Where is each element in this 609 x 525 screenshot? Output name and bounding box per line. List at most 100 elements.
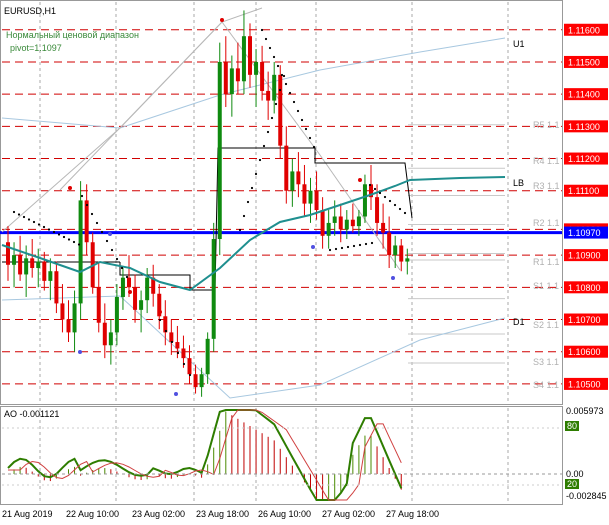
- sar-dot: [364, 242, 368, 246]
- fractal-marker: [108, 232, 112, 236]
- level-label-s2: S2 1.1: [533, 320, 559, 330]
- candle-body: [127, 277, 131, 288]
- sar-dot: [270, 116, 274, 120]
- sar-dot: [17, 213, 21, 216]
- level-label-r2: R2 1.1: [533, 218, 560, 228]
- price-label: 1.10800: [568, 283, 601, 293]
- price-label: 1.11200: [568, 154, 600, 164]
- sar-dot: [292, 100, 296, 104]
- candle-body: [18, 255, 23, 275]
- fractal-marker: [358, 178, 362, 182]
- trading-chart[interactable]: EURUSD,H1 Нормальный ценовой диапазон pi…: [0, 0, 609, 525]
- sar-dot: [272, 55, 276, 59]
- sar-dot: [346, 245, 350, 249]
- candle-body: [326, 222, 331, 236]
- sar-dot: [334, 247, 338, 251]
- sar-dot: [262, 144, 266, 148]
- price-label: 1.11500: [568, 57, 600, 67]
- candle-body: [133, 287, 138, 310]
- candle-body: [54, 271, 59, 304]
- candle-body: [199, 374, 204, 388]
- candle-body: [375, 197, 380, 223]
- sar-dot: [383, 195, 387, 199]
- sar-dot: [274, 102, 278, 106]
- band-label-lb: LB: [513, 178, 524, 188]
- level-label-r5: R5 1.1: [533, 120, 560, 130]
- sar-dot: [393, 203, 397, 207]
- ao-axis-80: 80: [567, 421, 577, 431]
- time-label: 22 Aug 10:00: [66, 509, 119, 519]
- pivot-value: pivot=1.1097: [10, 43, 62, 53]
- sar-dot: [268, 46, 272, 50]
- candle-body: [272, 74, 277, 101]
- candle-body: [181, 348, 186, 359]
- price-label: 1.10970: [568, 228, 601, 238]
- price-label: 1.10600: [568, 347, 601, 357]
- candle-body: [381, 222, 386, 233]
- candle-body: [66, 319, 71, 333]
- sar-dot: [12, 210, 16, 214]
- sar-dot: [250, 186, 254, 190]
- range-subtitle: Нормальный ценовой диапазон: [6, 30, 139, 40]
- candle-body: [193, 374, 198, 388]
- candle-body: [320, 210, 325, 236]
- candle-body: [235, 68, 240, 82]
- candle-body: [344, 219, 349, 230]
- sar-dot: [373, 187, 377, 191]
- fractal-marker: [220, 18, 224, 22]
- candle-body: [266, 90, 271, 101]
- sar-dot: [85, 203, 89, 207]
- candle-body: [211, 239, 216, 339]
- candle-body: [120, 277, 125, 297]
- level-label-s1: S1 1.1: [533, 281, 559, 291]
- sar-dot: [27, 218, 31, 221]
- sar-dot: [300, 118, 304, 122]
- sar-dot: [95, 221, 99, 225]
- candle-body: [338, 216, 343, 230]
- candle-body: [393, 245, 398, 256]
- price-label: 1.10500: [568, 379, 601, 389]
- level-label-r1: R1 1.1: [533, 257, 560, 267]
- candle-body: [302, 184, 307, 204]
- fractal-marker: [68, 186, 72, 190]
- sar-dot: [278, 88, 282, 92]
- candle-body: [350, 219, 355, 227]
- sar-dot: [296, 109, 300, 113]
- sar-dot: [304, 127, 308, 131]
- candle-body: [308, 190, 313, 204]
- sar-dot: [125, 275, 129, 279]
- candle-body: [42, 261, 47, 281]
- sar-dot: [62, 235, 66, 239]
- candle-body: [48, 271, 53, 281]
- sar-dot: [246, 200, 250, 204]
- candle-body: [187, 358, 192, 375]
- candle-body: [217, 61, 222, 240]
- price-label: 1.11300: [568, 122, 600, 132]
- candle-body: [290, 171, 295, 191]
- candle-body: [405, 258, 410, 262]
- candle-body: [145, 277, 150, 301]
- candle-body: [102, 322, 107, 346]
- sar-dot: [158, 318, 162, 322]
- sar-dot: [280, 73, 284, 77]
- band-label-u1: U1: [513, 39, 525, 49]
- sar-dot: [254, 172, 258, 176]
- time-label: 21 Aug 2019: [2, 509, 53, 519]
- candle-body: [114, 296, 119, 333]
- sar-dot: [77, 243, 81, 246]
- sar-dot: [57, 233, 61, 236]
- candle-body: [284, 145, 289, 191]
- fractal-marker: [311, 245, 315, 249]
- candle-body: [296, 171, 301, 185]
- price-label: 1.11600: [568, 25, 600, 35]
- candle-body: [356, 216, 361, 227]
- candle-body: [108, 332, 113, 346]
- sar-dot: [238, 228, 242, 232]
- candle-body: [278, 74, 283, 146]
- candle-body: [84, 200, 89, 243]
- sar-dot: [22, 215, 26, 219]
- sar-dot: [242, 214, 246, 218]
- sar-dot: [403, 211, 407, 215]
- sar-dot: [260, 28, 264, 32]
- price-label: 1.10700: [568, 315, 601, 325]
